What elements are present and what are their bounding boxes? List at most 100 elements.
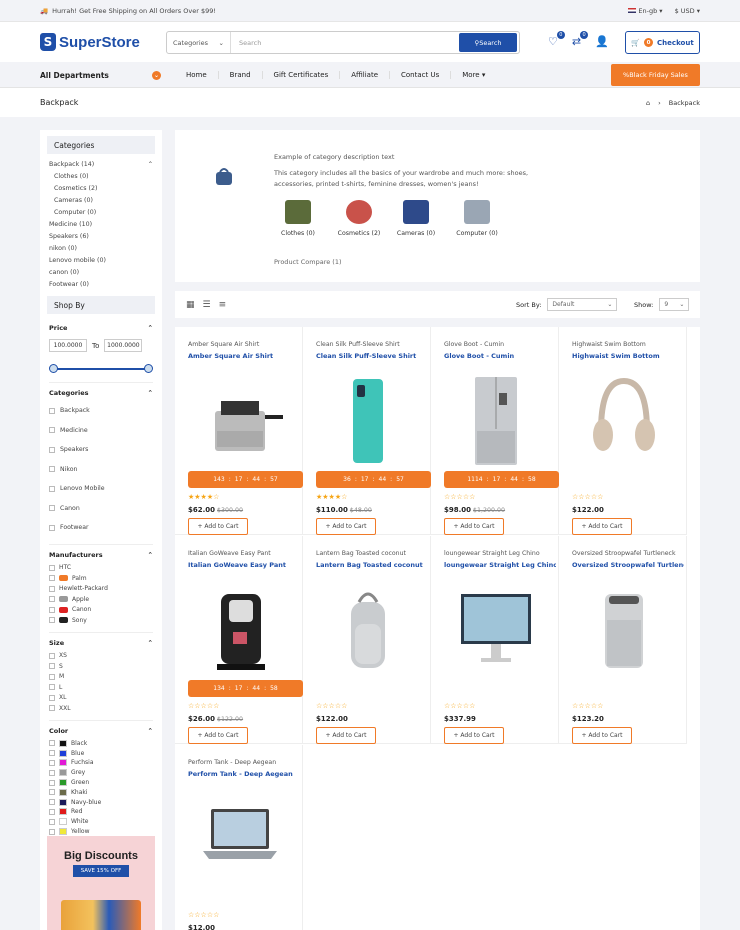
- category-link[interactable]: Footwear (0): [49, 278, 153, 290]
- category-link[interactable]: Cosmetics (2): [49, 182, 153, 194]
- checkbox[interactable]: [49, 524, 55, 531]
- chevron-up-icon[interactable]: ⌃: [148, 161, 153, 168]
- checkbox[interactable]: [49, 673, 55, 680]
- checkbox[interactable]: [49, 663, 55, 670]
- category-link[interactable]: Backpack (14) ⌃: [49, 158, 153, 170]
- product-card[interactable]: Clean Silk Puff-Sleeve Shirt Clean Silk P…: [303, 327, 431, 535]
- color-heading[interactable]: Color ⌃: [49, 727, 153, 739]
- nav-link-home[interactable]: Home: [175, 71, 218, 79]
- product-name-link[interactable]: Italian GoWeave Easy Pant: [188, 561, 300, 569]
- manufacturer-checkbox[interactable]: Hewlett-Packard: [49, 584, 153, 595]
- product-image[interactable]: [195, 371, 285, 471]
- add-to-cart-button[interactable]: + Add to Cart: [316, 727, 376, 744]
- category-filter-checkbox[interactable]: Speakers: [49, 440, 153, 460]
- product-image[interactable]: [195, 580, 285, 680]
- add-to-cart-button[interactable]: + Add to Cart: [316, 518, 376, 535]
- checkbox[interactable]: [49, 779, 55, 786]
- checkbox[interactable]: [49, 705, 55, 712]
- currency-selector[interactable]: $ USD ▾: [675, 7, 700, 15]
- subcategory-tile[interactable]: Cameras (0): [391, 200, 441, 237]
- product-name-link[interactable]: Perform Tank - Deep Aegean: [188, 770, 300, 778]
- product-card[interactable]: Amber Square Air Shirt Amber Square Air S…: [175, 327, 303, 535]
- nav-link-gift-certificates[interactable]: Gift Certificates: [261, 71, 340, 79]
- category-filter-heading[interactable]: Categories ⌃: [49, 389, 153, 401]
- manufacturer-checkbox[interactable]: Canon: [49, 605, 153, 616]
- checkbox[interactable]: [49, 799, 55, 806]
- size-checkbox[interactable]: XXL: [49, 703, 153, 714]
- price-min-input[interactable]: 100.0000: [49, 339, 87, 352]
- all-departments-menu[interactable]: All Departments ⌄: [40, 62, 161, 88]
- color-checkbox[interactable]: Navy-blue: [49, 797, 153, 807]
- checkbox[interactable]: [49, 446, 55, 453]
- slider-handle-max[interactable]: [144, 364, 153, 373]
- add-to-cart-button[interactable]: + Add to Cart: [572, 727, 632, 744]
- checkbox[interactable]: [49, 606, 55, 613]
- product-image[interactable]: [451, 580, 541, 680]
- category-filter-checkbox[interactable]: Footwear: [49, 518, 153, 538]
- nav-link-more[interactable]: More ▾: [450, 71, 496, 79]
- checkbox[interactable]: [49, 505, 55, 512]
- size-checkbox[interactable]: M: [49, 672, 153, 683]
- checkbox[interactable]: [49, 759, 55, 766]
- product-image[interactable]: [323, 580, 413, 680]
- size-checkbox[interactable]: XS: [49, 651, 153, 662]
- category-filter-checkbox[interactable]: Nikon: [49, 460, 153, 480]
- nav-link-affiliate[interactable]: Affiliate: [339, 71, 389, 79]
- product-card[interactable]: loungewear Straight Leg Chino loungewear …: [431, 536, 559, 744]
- manufacturer-checkbox[interactable]: Sony: [49, 615, 153, 626]
- nav-link-brand[interactable]: Brand: [217, 71, 262, 79]
- nav-link-contact-us[interactable]: Contact Us: [389, 71, 450, 79]
- search-category-select[interactable]: Categories ⌄: [167, 32, 231, 53]
- checkbox[interactable]: [49, 652, 55, 659]
- product-name-link[interactable]: Clean Silk Puff-Sleeve Shirt: [316, 352, 428, 360]
- category-link[interactable]: Cameras (0): [49, 194, 153, 206]
- search-button[interactable]: ⚲ Search: [459, 33, 517, 52]
- manufacturers-heading[interactable]: Manufacturers ⌃: [49, 551, 153, 563]
- category-link[interactable]: canon (0): [49, 266, 153, 278]
- color-checkbox[interactable]: Blue: [49, 748, 153, 758]
- subcategory-tile[interactable]: Computer (0): [452, 200, 502, 237]
- color-checkbox[interactable]: Khaki: [49, 787, 153, 797]
- home-icon[interactable]: ⌂: [646, 99, 650, 107]
- product-image[interactable]: [323, 371, 413, 471]
- product-card[interactable]: Perform Tank - Deep Aegean Perform Tank -…: [175, 745, 303, 930]
- checkbox[interactable]: [49, 740, 55, 747]
- product-name-link[interactable]: Lantern Bag Toasted coconut: [316, 561, 428, 569]
- manufacturer-checkbox[interactable]: Apple: [49, 594, 153, 605]
- checkbox[interactable]: [49, 789, 55, 796]
- category-filter-checkbox[interactable]: Canon: [49, 499, 153, 519]
- size-checkbox[interactable]: S: [49, 661, 153, 672]
- category-filter-checkbox[interactable]: Lenovo Mobile: [49, 479, 153, 499]
- logo[interactable]: S SuperStore: [40, 33, 165, 51]
- add-to-cart-button[interactable]: + Add to Cart: [444, 727, 504, 744]
- add-to-cart-button[interactable]: + Add to Cart: [572, 518, 632, 535]
- checkbox[interactable]: [49, 407, 55, 414]
- color-checkbox[interactable]: Green: [49, 778, 153, 788]
- category-link[interactable]: nikon (0): [49, 242, 153, 254]
- language-selector[interactable]: En-gb ▾: [628, 7, 663, 15]
- product-image[interactable]: [579, 371, 669, 471]
- slider-handle-min[interactable]: [49, 364, 58, 373]
- checkbox[interactable]: [49, 485, 55, 492]
- product-image[interactable]: [579, 580, 669, 680]
- grid-view-icon[interactable]: ▦: [186, 300, 195, 310]
- compact-view-icon[interactable]: ≡: [219, 300, 227, 310]
- checkbox[interactable]: [49, 694, 55, 701]
- product-card[interactable]: Glove Boot - Cumin Glove Boot - Cumin 1114…: [431, 327, 559, 535]
- checkbox[interactable]: [49, 684, 55, 691]
- list-view-icon[interactable]: ☰: [203, 300, 211, 310]
- show-select[interactable]: 9 ⌄: [659, 298, 690, 311]
- category-link[interactable]: Computer (0): [49, 206, 153, 218]
- checkbox[interactable]: [49, 828, 55, 835]
- product-name-link[interactable]: Oversized Stroopwafel Turtleneck: [572, 561, 684, 569]
- category-link[interactable]: Lenovo mobile (0): [49, 254, 153, 266]
- price-slider[interactable]: [49, 360, 153, 376]
- size-heading[interactable]: Size ⌃: [49, 639, 153, 651]
- manufacturer-checkbox[interactable]: HTC: [49, 563, 153, 574]
- wishlist-icon[interactable]: ♡ 0: [548, 31, 565, 48]
- checkbox[interactable]: [49, 466, 55, 473]
- sort-select[interactable]: Default ⌄: [547, 298, 618, 311]
- checkout-button[interactable]: 🛒 0 Checkout: [625, 31, 700, 54]
- checkbox[interactable]: [49, 596, 55, 603]
- product-image[interactable]: [195, 789, 285, 889]
